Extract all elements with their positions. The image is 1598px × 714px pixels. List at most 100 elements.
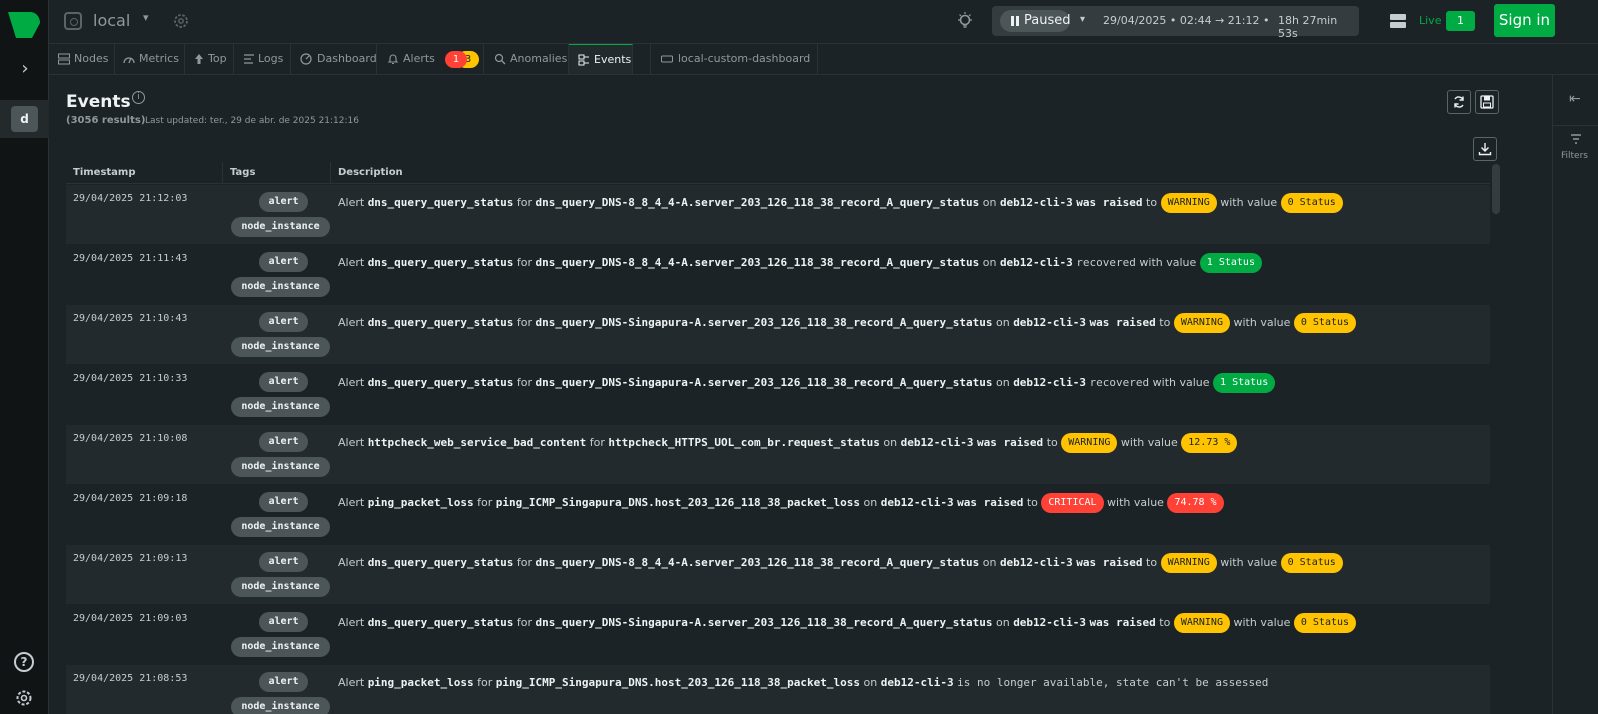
tag-node-instance[interactable]: node_instance: [231, 397, 330, 417]
column-header-timestamp[interactable]: Timestamp: [66, 162, 223, 184]
room-settings-gear-icon[interactable]: [172, 12, 190, 30]
chart-name[interactable]: httpcheck_HTTPS_UOL_com_br.request_statu…: [608, 436, 880, 449]
tag-alert[interactable]: alert: [259, 552, 308, 572]
status-badge: CRITICAL: [1041, 493, 1104, 513]
alert-name[interactable]: dns_query_query_status: [368, 556, 514, 569]
chart-name[interactable]: ping_ICMP_Singapura_DNS.host_203_126_118…: [496, 676, 860, 689]
table-row[interactable]: 29/04/2025 21:09:18 alert node_instance Ale…: [66, 485, 1490, 545]
chart-name[interactable]: dns_query_DNS-Singapura-A.server_203_126…: [536, 376, 993, 389]
expand-sidebar-chevron-icon[interactable]: ›: [14, 58, 36, 80]
tag-node-instance[interactable]: node_instance: [231, 457, 330, 477]
desc-word: on: [982, 196, 997, 209]
help-icon[interactable]: ?: [14, 652, 34, 672]
alert-name[interactable]: dns_query_query_status: [368, 316, 514, 329]
tag-node-instance[interactable]: node_instance: [231, 337, 330, 357]
node-name[interactable]: deb12-cli-3: [881, 676, 954, 689]
table-row[interactable]: 29/04/2025 21:10:08 alert node_instance Ale…: [66, 425, 1490, 485]
table-row[interactable]: 29/04/2025 21:09:03 alert node_instance Ale…: [66, 605, 1490, 665]
tag-alert[interactable]: alert: [259, 432, 308, 452]
tag-alert[interactable]: alert: [259, 672, 308, 692]
alert-name[interactable]: ping_packet_loss: [368, 676, 474, 689]
tag-node-instance[interactable]: node_instance: [231, 697, 330, 714]
node-name[interactable]: deb12-cli-3: [1000, 556, 1073, 569]
lightbulb-icon[interactable]: [955, 11, 975, 31]
filter-icon[interactable]: [1570, 133, 1582, 145]
event-timestamp: 29/04/2025 21:09:18: [73, 493, 188, 504]
node-name[interactable]: deb12-cli-3: [1013, 376, 1086, 389]
alert-name[interactable]: dns_query_query_status: [368, 196, 514, 209]
tab-dashboard[interactable]: Dashboard: [291, 44, 377, 74]
tag-node-instance[interactable]: node_instance: [231, 637, 330, 657]
column-header-tags[interactable]: Tags: [223, 162, 331, 184]
column-header-description[interactable]: Description: [331, 162, 1490, 184]
live-count-badge[interactable]: 1: [1446, 11, 1475, 31]
tag-alert[interactable]: alert: [259, 492, 308, 512]
tab-anomalies[interactable]: Anomalies: [484, 44, 569, 74]
space-selector: d: [0, 100, 49, 138]
tab-logs[interactable]: Logs: [234, 44, 291, 74]
desc-word: on: [863, 676, 878, 689]
alert-name[interactable]: dns_query_query_status: [368, 376, 514, 389]
tag-alert[interactable]: alert: [259, 372, 308, 392]
tag-alert[interactable]: alert: [259, 252, 308, 272]
tab-events[interactable]: Events: [569, 44, 633, 74]
table-row[interactable]: 29/04/2025 21:12:03 alert node_instance Ale…: [66, 185, 1490, 245]
time-range[interactable]: 29/04/2025 • 02:44 → 21:12 •: [1103, 14, 1269, 27]
desc-word: for: [589, 436, 605, 449]
table-row[interactable]: 29/04/2025 21:11:43 alert node_instance Ale…: [66, 245, 1490, 305]
chevron-down-icon[interactable]: ▾: [1080, 14, 1085, 25]
netdata-logo-icon[interactable]: [8, 12, 40, 38]
node-name[interactable]: deb12-cli-3: [1000, 196, 1073, 209]
room-name[interactable]: local: [93, 11, 130, 30]
table-row[interactable]: 29/04/2025 21:08:53 alert node_instance Ale…: [66, 665, 1490, 714]
alert-name[interactable]: ping_packet_loss: [368, 496, 474, 509]
alerts-critical-badge[interactable]: 1: [445, 51, 467, 68]
chart-name[interactable]: dns_query_DNS-Singapura-A.server_203_126…: [536, 316, 993, 329]
chevron-down-icon[interactable]: ▾: [143, 11, 149, 24]
scrollbar-thumb[interactable]: [1492, 164, 1500, 214]
save-button[interactable]: [1475, 90, 1499, 114]
sign-in-button[interactable]: Sign in: [1494, 4, 1555, 37]
chart-name[interactable]: dns_query_DNS-8_8_4_4-A.server_203_126_1…: [536, 256, 980, 269]
table-row[interactable]: 29/04/2025 21:09:13 alert node_instance Ale…: [66, 545, 1490, 605]
node-name[interactable]: deb12-cli-3: [901, 436, 974, 449]
tag-node-instance[interactable]: node_instance: [231, 217, 330, 237]
pause-button[interactable]: Paused: [1000, 10, 1070, 32]
tab-alerts[interactable]: Alerts 3 1: [377, 44, 484, 74]
tab-metrics[interactable]: Metrics: [115, 44, 185, 74]
collapse-sidebar-icon[interactable]: ⇤: [1569, 91, 1581, 107]
settings-gear-icon[interactable]: [14, 688, 34, 708]
table-row[interactable]: 29/04/2025 21:10:43 alert node_instance Ale…: [66, 305, 1490, 365]
refresh-button[interactable]: [1447, 90, 1471, 114]
tag-alert[interactable]: alert: [259, 612, 308, 632]
alert-name[interactable]: dns_query_query_status: [368, 256, 514, 269]
info-icon[interactable]: i: [132, 91, 145, 104]
nodes-list-icon[interactable]: [1389, 12, 1407, 30]
tag-node-instance[interactable]: node_instance: [231, 517, 330, 537]
alert-name[interactable]: dns_query_query_status: [368, 616, 514, 629]
download-button[interactable]: [1473, 137, 1497, 161]
tab-nodes[interactable]: Nodes: [49, 44, 115, 74]
table-row[interactable]: 29/04/2025 21:10:33 alert node_instance Ale…: [66, 365, 1490, 425]
tag-alert[interactable]: alert: [259, 192, 308, 212]
tab-top[interactable]: Top: [185, 44, 234, 74]
alert-name[interactable]: httpcheck_web_service_bad_content: [368, 436, 587, 449]
tag-node-instance[interactable]: node_instance: [231, 577, 330, 597]
event-description: Alert ping_packet_loss for ping_ICMP_Sin…: [338, 673, 1268, 695]
tag-node-instance[interactable]: node_instance: [231, 277, 330, 297]
space-avatar-button[interactable]: d: [11, 106, 38, 132]
chart-name[interactable]: dns_query_DNS-Singapura-A.server_203_126…: [536, 616, 993, 629]
chart-name[interactable]: dns_query_DNS-8_8_4_4-A.server_203_126_1…: [536, 196, 980, 209]
chart-name[interactable]: ping_ICMP_Singapura_DNS.host_203_126_118…: [496, 496, 860, 509]
chart-name[interactable]: dns_query_DNS-8_8_4_4-A.server_203_126_1…: [536, 556, 980, 569]
tag-alert[interactable]: alert: [259, 312, 308, 332]
scrollbar-track[interactable]: [1490, 162, 1504, 714]
node-name[interactable]: deb12-cli-3: [881, 496, 954, 509]
node-name[interactable]: deb12-cli-3: [1013, 316, 1086, 329]
node-name[interactable]: deb12-cli-3: [1013, 616, 1086, 629]
filters-label[interactable]: Filters: [1561, 151, 1588, 161]
node-name[interactable]: deb12-cli-3: [1000, 256, 1073, 269]
tab-local-custom-dashboard[interactable]: local-custom-dashboard ⠿: [650, 44, 818, 95]
metrics-icon: [123, 57, 135, 64]
alert-action: was raised: [1089, 616, 1156, 629]
